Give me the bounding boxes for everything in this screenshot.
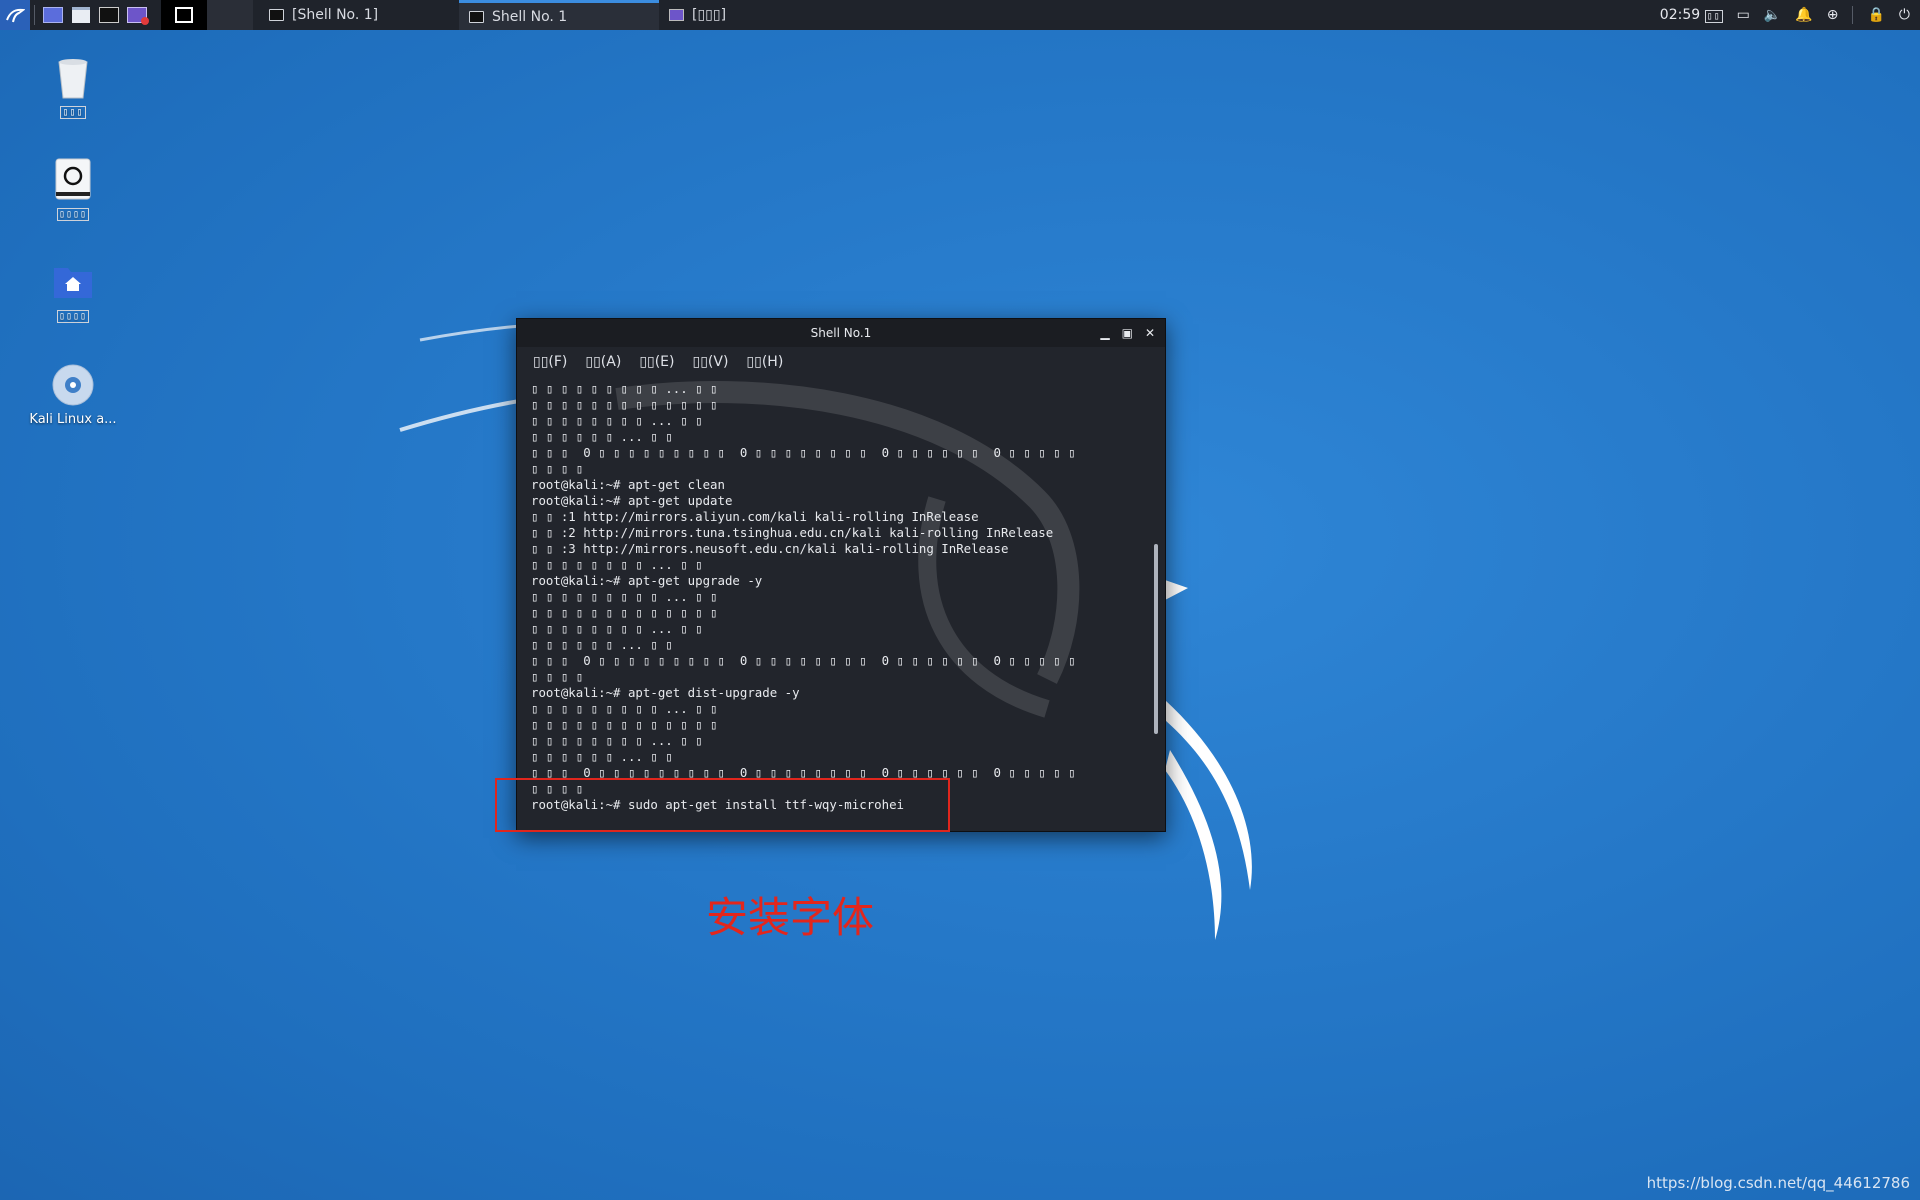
terminal-window[interactable]: Shell No.1 ▁ ▣ ✕ ▯▯(F) ▯▯(A) ▯▯(E) ▯▯(V)… bbox=[516, 318, 1166, 832]
terminal-icon bbox=[469, 10, 484, 23]
menu-view[interactable]: ▯▯(V) bbox=[693, 354, 729, 370]
terminal-line: ▯ ▯ ▯ ▯ ▯ ▯ ▯ ▯ ▯ ... ▯ ▯ bbox=[531, 701, 718, 716]
terminal-line: ▯ ▯ ▯ ▯ ▯ ▯ ▯ ▯ ▯ ... ▯ ▯ bbox=[531, 589, 718, 604]
task-screen[interactable]: [▯▯▯] bbox=[659, 0, 779, 30]
terminal-line: ▯ ▯ ▯ 0 ▯ ▯ ▯ ▯ ▯ ▯ ▯ ▯ ▯ 0 ▯ ▯ ▯ ▯ ▯ ▯ … bbox=[531, 445, 1076, 460]
menu-file[interactable]: ▯▯(F) bbox=[533, 354, 567, 370]
desktop-icon bbox=[43, 7, 63, 23]
terminal-line: root@kali:~# apt-get update bbox=[531, 493, 733, 508]
terminal-line: ▯ ▯ ▯ ▯ ▯ ▯ ▯ ▯ ... ▯ ▯ bbox=[531, 733, 703, 748]
kali-dragon-icon bbox=[6, 8, 25, 23]
terminal-line: ▯ ▯ ▯ ▯ ▯ ▯ ▯ ▯ ▯ ▯ ▯ ▯ ▯ bbox=[531, 605, 718, 620]
minimize-icon[interactable]: ▁ bbox=[1100, 326, 1109, 340]
system-tray: 02:59 ▯▯ ▭ 🔈 🔔 ⊕ 🔒 ⏻ bbox=[1660, 6, 1920, 24]
terminal-line: ▯ ▯ ▯ ▯ ▯ ▯ ▯ ▯ ... ▯ ▯ bbox=[531, 413, 703, 428]
logout-icon[interactable]: ⏻ bbox=[1899, 7, 1910, 23]
top-panel: [Shell No. 1] Shell No. 1 [▯▯▯] 02:59 ▯▯… bbox=[0, 0, 1920, 30]
window-controls: ▁ ▣ ✕ bbox=[1100, 319, 1155, 347]
desktop-home[interactable]: ▯▯▯▯ bbox=[26, 258, 120, 323]
menu-actions[interactable]: ▯▯(A) bbox=[585, 354, 621, 370]
show-desktop-button[interactable] bbox=[39, 0, 67, 30]
screen-icon bbox=[127, 7, 149, 25]
folder-icon bbox=[72, 7, 90, 23]
workspace-icon bbox=[175, 7, 193, 23]
desktop-trash[interactable]: ▯▯▯ bbox=[26, 54, 120, 119]
drive-icon bbox=[50, 156, 96, 202]
terminal-line: ▯ ▯ ▯ ▯ ▯ ▯ ... ▯ ▯ bbox=[531, 749, 673, 764]
terminal-output[interactable]: ▯ ▯ ▯ ▯ ▯ ▯ ▯ ▯ ▯ ... ▯ ▯ ▯ ▯ ▯ ▯ ▯ ▯ ▯ ▯… bbox=[531, 381, 1141, 823]
workspace-1[interactable] bbox=[161, 0, 207, 30]
terminal-line: ▯ ▯ ▯ ▯ ▯ ▯ ... ▯ ▯ bbox=[531, 429, 673, 444]
terminal-line: ▯ ▯ ▯ ▯ ▯ ▯ ... ▯ ▯ bbox=[531, 637, 673, 652]
separator bbox=[34, 5, 35, 25]
terminal-line: ▯ ▯ :3 http://mirrors.neusoft.edu.cn/kal… bbox=[531, 541, 1009, 556]
task-shell-active[interactable]: Shell No. 1 bbox=[459, 0, 659, 30]
close-icon[interactable]: ✕ bbox=[1145, 326, 1155, 340]
task-label: Shell No. 1 bbox=[492, 8, 568, 25]
terminal-menubar: ▯▯(F) ▯▯(A) ▯▯(E) ▯▯(V) ▯▯(H) bbox=[517, 347, 1165, 377]
terminal-icon bbox=[269, 9, 284, 21]
terminal-scrollbar[interactable] bbox=[1154, 544, 1158, 734]
task-label: [▯▯▯] bbox=[692, 7, 727, 23]
task-label: [Shell No. 1] bbox=[292, 7, 379, 23]
clock[interactable]: 02:59 ▯▯ bbox=[1660, 7, 1723, 23]
file-manager-button[interactable] bbox=[67, 0, 95, 30]
terminal-line: ▯ ▯ ▯ ▯ ▯ ▯ ▯ ▯ ▯ ▯ ▯ ▯ ▯ bbox=[531, 717, 718, 732]
terminal-line: ▯ ▯ :2 http://mirrors.tuna.tsinghua.edu.… bbox=[531, 525, 1054, 540]
screen-icon bbox=[669, 9, 684, 21]
disc-icon bbox=[50, 362, 96, 408]
terminal-line: ▯ ▯ ▯ ▯ ▯ ▯ ▯ ▯ ... ▯ ▯ bbox=[531, 621, 703, 636]
maximize-icon[interactable]: ▣ bbox=[1122, 326, 1133, 340]
terminal-line: ▯ ▯ ▯ ▯ ▯ ▯ ▯ ▯ ... ▯ ▯ bbox=[531, 557, 703, 572]
desktop-disc[interactable]: Kali Linux a... bbox=[26, 362, 120, 427]
terminal-icon bbox=[99, 7, 119, 23]
lock-icon[interactable]: 🔒 bbox=[1867, 7, 1884, 23]
window-title: Shell No.1 bbox=[810, 326, 872, 340]
desktop-icon-label: ▯▯▯▯ bbox=[56, 310, 90, 323]
display-icon[interactable]: ▭ bbox=[1737, 7, 1750, 23]
terminal-line: ▯ ▯ ▯ ▯ ▯ ▯ ▯ ▯ ▯ ▯ ▯ ▯ ▯ bbox=[531, 397, 718, 412]
clock-suffix: ▯▯ bbox=[1704, 10, 1723, 23]
terminal-line: ▯ ▯ :1 http://mirrors.aliyun.com/kali ka… bbox=[531, 509, 979, 524]
task-shell-inactive[interactable]: [Shell No. 1] bbox=[259, 0, 459, 30]
workspace-2[interactable] bbox=[207, 0, 253, 30]
annotation-text: 安装字体 bbox=[706, 893, 875, 942]
separator bbox=[1852, 6, 1854, 24]
menu-edit[interactable]: ▯▯(E) bbox=[639, 354, 674, 370]
desktop-icon-label: Kali Linux a... bbox=[29, 412, 117, 427]
terminal-line: ▯ ▯ ▯ ▯ bbox=[531, 461, 584, 476]
terminal-line: ▯ ▯ ▯ ▯ ▯ ▯ ▯ ▯ ▯ ... ▯ ▯ bbox=[531, 381, 718, 396]
terminal-line: root@kali:~# apt-get upgrade -y bbox=[531, 573, 763, 588]
watermark-url: https://blog.csdn.net/qq_44612786 bbox=[1646, 1174, 1910, 1192]
desktop-filesystem[interactable]: ▯▯▯▯ bbox=[26, 156, 120, 221]
terminal-line: ▯ ▯ ▯ 0 ▯ ▯ ▯ ▯ ▯ ▯ ▯ ▯ ▯ 0 ▯ ▯ ▯ ▯ ▯ ▯ … bbox=[531, 653, 1076, 668]
terminal-line: root@kali:~# apt-get clean bbox=[531, 477, 725, 492]
desktop-icon-label: ▯▯▯ bbox=[60, 106, 86, 119]
updates-icon[interactable]: ⊕ bbox=[1827, 7, 1839, 23]
notification-icon[interactable]: 🔔 bbox=[1795, 7, 1812, 23]
terminal-line: root@kali:~# apt-get dist-upgrade -y bbox=[531, 685, 800, 700]
clock-time: 02:59 bbox=[1659, 7, 1701, 23]
home-folder-icon bbox=[50, 258, 96, 304]
terminal-titlebar[interactable]: Shell No.1 ▁ ▣ ✕ bbox=[517, 319, 1165, 347]
menu-help[interactable]: ▯▯(H) bbox=[746, 354, 783, 370]
terminal-line: ▯ ▯ ▯ ▯ bbox=[531, 669, 584, 684]
highlight-box bbox=[495, 778, 950, 832]
terminal-launcher-button[interactable] bbox=[95, 0, 123, 30]
trash-icon bbox=[50, 54, 96, 100]
desktop-icon-label: ▯▯▯▯ bbox=[56, 208, 90, 221]
volume-icon[interactable]: 🔈 bbox=[1764, 7, 1781, 23]
screen-recorder-button[interactable] bbox=[123, 0, 151, 30]
kali-menu-button[interactable] bbox=[0, 0, 30, 30]
